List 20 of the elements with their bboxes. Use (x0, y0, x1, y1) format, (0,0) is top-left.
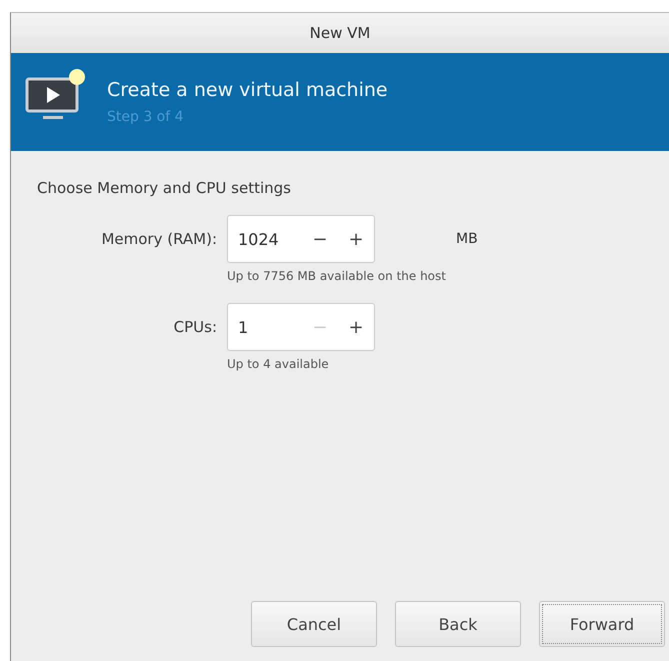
spin-value: 1 (237, 318, 250, 336)
decrement-button[interactable]: − (302, 228, 338, 250)
spin-value: 1024 (237, 230, 280, 248)
hint-text: Up to 7756 MB available on the host (227, 269, 446, 283)
unit-label: MB (456, 231, 478, 247)
step-indicator: Step 3 of 4 (107, 109, 185, 125)
increment-button[interactable]: + (338, 316, 374, 338)
banner-title: Create a new virtual machine (107, 79, 388, 101)
spin-field[interactable]: 1 − + (227, 303, 375, 351)
increment-button[interactable]: + (338, 228, 374, 250)
dialog-button[interactable]: Forward (539, 601, 665, 647)
monitor-play-icon (25, 67, 87, 121)
spin-field[interactable]: 1024 − + (227, 215, 375, 263)
field-label: CPUs: (174, 318, 217, 336)
window-title: New VM (310, 24, 370, 42)
section-title: Choose Memory and CPU settings (37, 179, 292, 197)
hint-text: Up to 4 available (227, 357, 330, 371)
field-label: Memory (RAM): (101, 230, 217, 248)
dialog-button[interactable]: Cancel (251, 601, 377, 647)
dialog-button[interactable]: Back (395, 601, 521, 647)
